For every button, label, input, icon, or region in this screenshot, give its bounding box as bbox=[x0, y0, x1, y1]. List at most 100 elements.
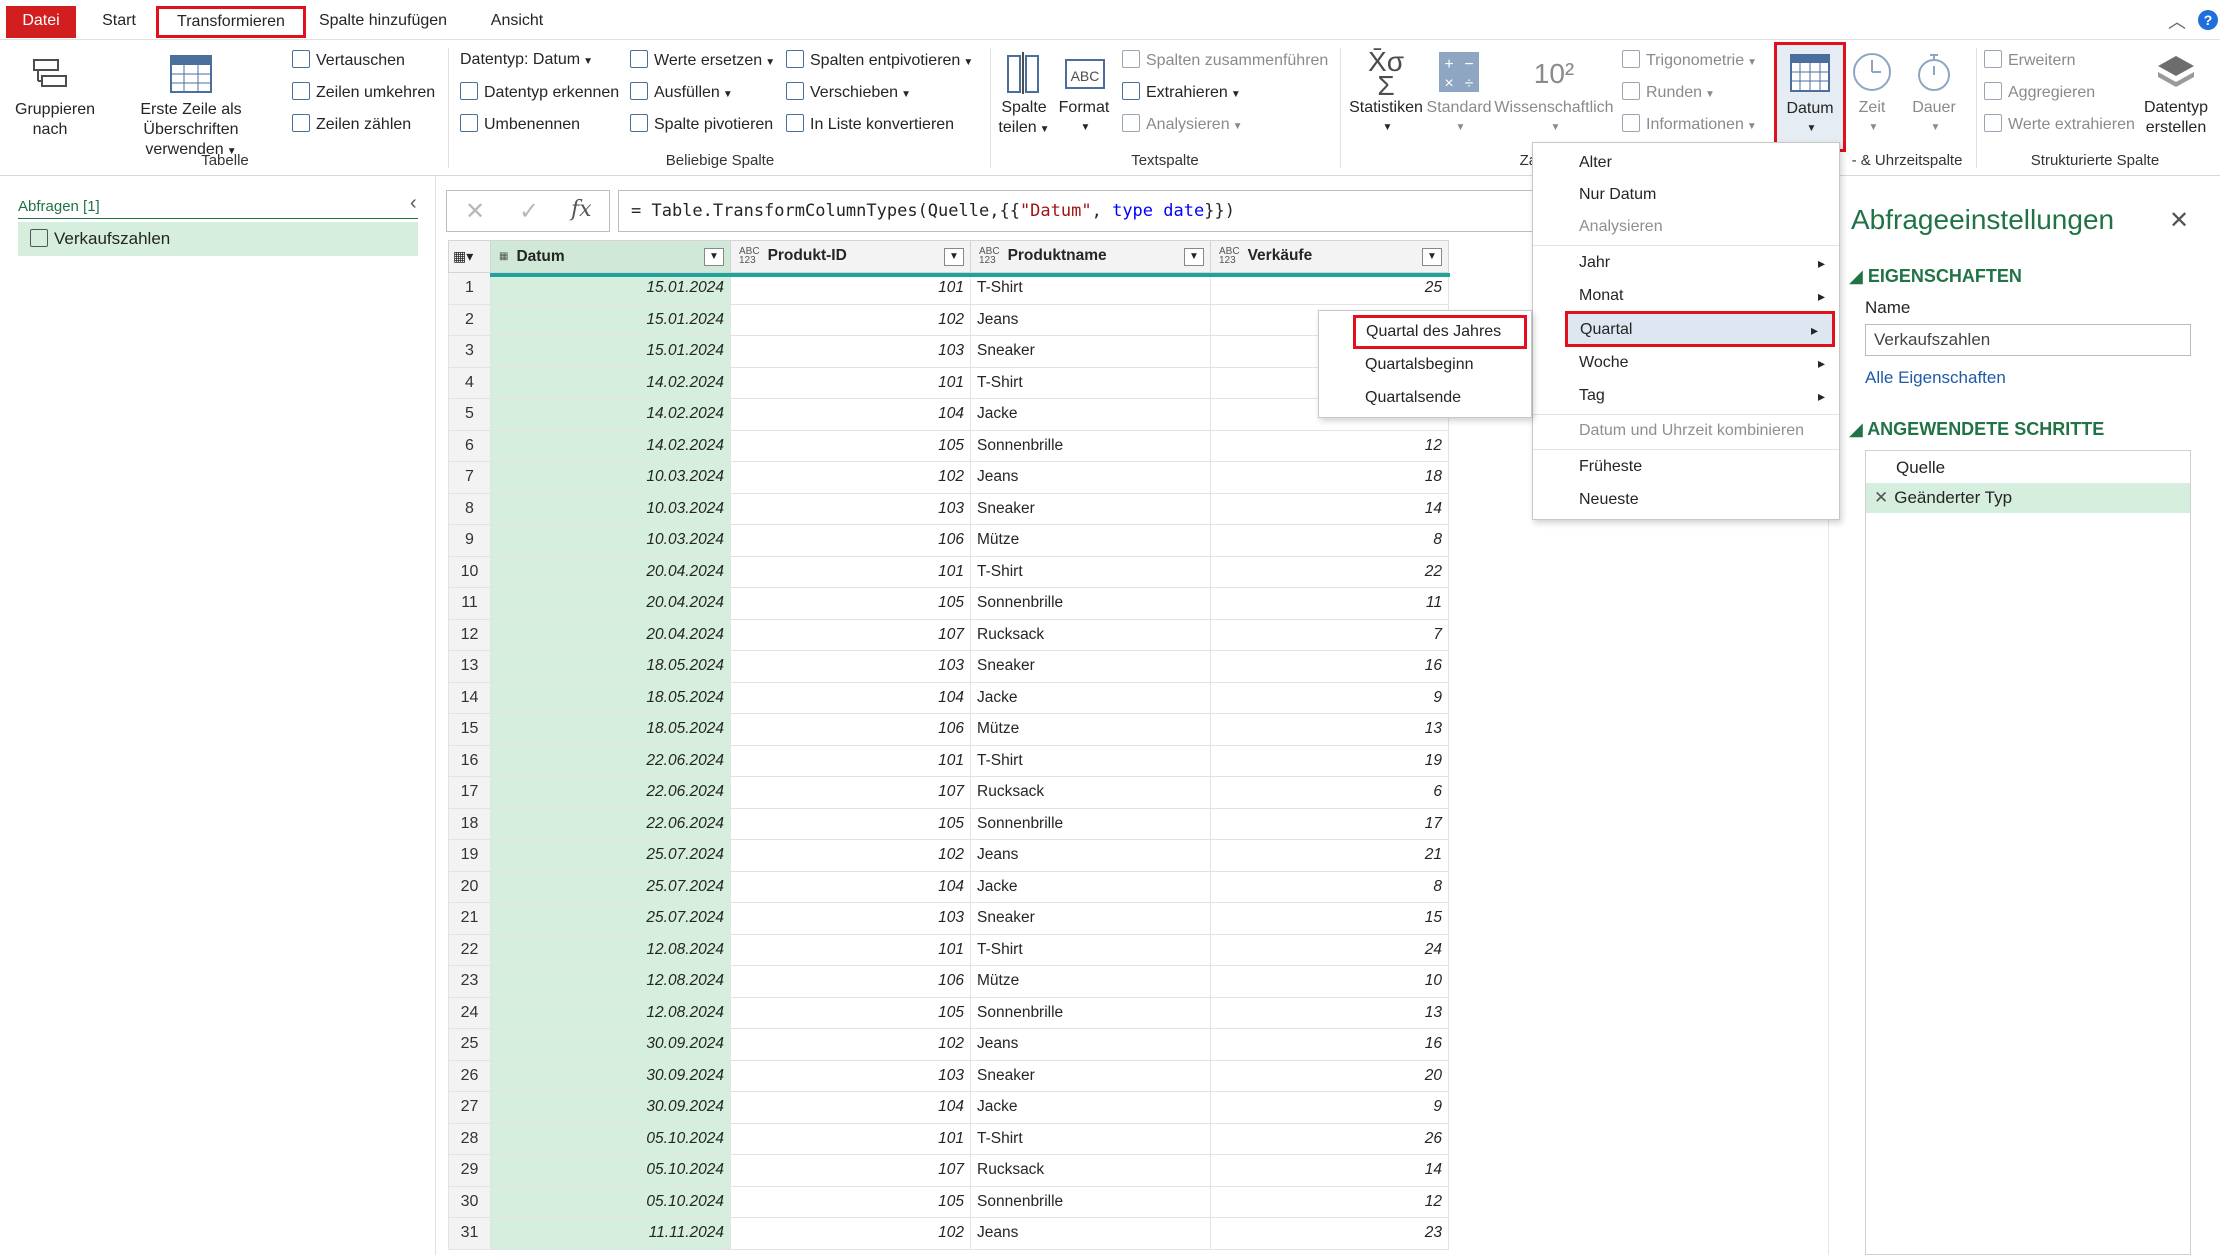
cell-produktname[interactable]: Jeans bbox=[970, 1217, 1211, 1250]
scientific-button[interactable]: 10² Wissenschaftlich ▼ bbox=[1494, 50, 1614, 138]
cell-produktname[interactable]: Jacke bbox=[970, 681, 1211, 714]
cell-produktname[interactable]: Jeans bbox=[970, 1028, 1211, 1061]
row-number[interactable]: 24 bbox=[448, 996, 491, 1029]
cell-verkaeufe[interactable]: 15 bbox=[1210, 902, 1449, 935]
cell-verkaeufe[interactable]: 13 bbox=[1210, 996, 1449, 1029]
cell-produktname[interactable]: T-Shirt bbox=[970, 1122, 1211, 1155]
cell-produkt-id[interactable]: 104 bbox=[730, 398, 971, 431]
cell-verkaeufe[interactable]: 6 bbox=[1210, 776, 1449, 809]
cell-produktname[interactable]: Rucksack bbox=[970, 776, 1211, 809]
cell-datum[interactable]: 10.03.2024 bbox=[490, 461, 731, 494]
cell-verkaeufe[interactable]: 20 bbox=[1210, 1059, 1449, 1092]
row-number[interactable]: 26 bbox=[448, 1059, 491, 1092]
cell-produkt-id[interactable]: 103 bbox=[730, 1059, 971, 1092]
cell-produkt-id[interactable]: 107 bbox=[730, 1154, 971, 1187]
cell-datum[interactable]: 12.08.2024 bbox=[490, 933, 731, 966]
duration-button[interactable]: Dauer ▼ bbox=[1906, 50, 1962, 138]
to-list-button[interactable]: In Liste konvertieren bbox=[786, 114, 954, 135]
cell-produktname[interactable]: T-Shirt bbox=[970, 272, 1211, 305]
count-rows-button[interactable]: Zeilen zählen bbox=[292, 114, 411, 135]
cell-datum[interactable]: 15.01.2024 bbox=[490, 272, 731, 305]
tab-datei[interactable]: Datei bbox=[6, 6, 76, 38]
cell-verkaeufe[interactable]: 17 bbox=[1210, 807, 1449, 840]
cell-datum[interactable]: 18.05.2024 bbox=[490, 713, 731, 746]
row-number[interactable]: 18 bbox=[448, 807, 491, 840]
cell-verkaeufe[interactable]: 23 bbox=[1210, 1217, 1449, 1250]
cell-produkt-id[interactable]: 101 bbox=[730, 555, 971, 588]
cell-verkaeufe[interactable]: 21 bbox=[1210, 839, 1449, 872]
name-input[interactable]: Verkaufszahlen bbox=[1865, 324, 2191, 356]
row-number[interactable]: 7 bbox=[448, 461, 491, 494]
collapse-pane-icon[interactable]: ‹ bbox=[410, 192, 417, 215]
menu-item-neueste[interactable]: Neueste bbox=[1533, 484, 1839, 516]
cell-produkt-id[interactable]: 101 bbox=[730, 272, 971, 305]
cell-produktname[interactable]: Sneaker bbox=[970, 335, 1211, 368]
tab-start[interactable]: Start bbox=[86, 6, 152, 38]
cell-produktname[interactable]: Sonnenbrille bbox=[970, 587, 1211, 620]
row-number[interactable]: 13 bbox=[448, 650, 491, 683]
cell-produkt-id[interactable]: 107 bbox=[730, 776, 971, 809]
row-number[interactable]: 19 bbox=[448, 839, 491, 872]
cell-produktname[interactable]: Jeans bbox=[970, 461, 1211, 494]
cancel-formula-icon[interactable]: ✕ bbox=[465, 197, 485, 226]
cell-produkt-id[interactable]: 106 bbox=[730, 965, 971, 998]
cell-verkaeufe[interactable]: 9 bbox=[1210, 1091, 1449, 1124]
cell-produktname[interactable]: T-Shirt bbox=[970, 933, 1211, 966]
reverse-rows-button[interactable]: Zeilen umkehren bbox=[292, 82, 435, 103]
step-geaenderter-typ[interactable]: ✕ Geänderter Typ bbox=[1866, 483, 2190, 513]
cell-datum[interactable]: 25.07.2024 bbox=[490, 902, 731, 935]
column-header-datum[interactable]: ▦ Datum ▼ bbox=[490, 240, 731, 273]
cell-datum[interactable]: 12.08.2024 bbox=[490, 996, 731, 1029]
cell-verkaeufe[interactable]: 16 bbox=[1210, 1028, 1449, 1061]
cell-datum[interactable]: 05.10.2024 bbox=[490, 1122, 731, 1155]
time-button[interactable]: Zeit ▼ bbox=[1848, 50, 1896, 138]
unpivot-button[interactable]: Spalten entpivotieren ▼ bbox=[786, 50, 973, 73]
column-header-produkt-id[interactable]: ABC 123 Produkt-ID ▼ bbox=[730, 240, 971, 273]
cell-produktname[interactable]: T-Shirt bbox=[970, 555, 1211, 588]
cell-produkt-id[interactable]: 102 bbox=[730, 839, 971, 872]
row-number[interactable]: 28 bbox=[448, 1122, 491, 1155]
cell-datum[interactable]: 20.04.2024 bbox=[490, 618, 731, 651]
menu-item-frueheste[interactable]: Früheste bbox=[1533, 451, 1839, 483]
cell-datum[interactable]: 05.10.2024 bbox=[490, 1185, 731, 1218]
statistics-button[interactable]: X̄σ Σ Statistiken ▼ bbox=[1346, 48, 1426, 138]
cell-datum[interactable]: 22.06.2024 bbox=[490, 744, 731, 777]
cell-datum[interactable]: 14.02.2024 bbox=[490, 429, 731, 462]
menu-item-monat[interactable]: Monat ▸ bbox=[1533, 280, 1839, 312]
row-number[interactable]: 11 bbox=[448, 587, 491, 620]
menu-item-quartal[interactable]: Quartal ▸ bbox=[1565, 311, 1835, 347]
cell-verkaeufe[interactable]: 8 bbox=[1210, 870, 1449, 903]
date-button[interactable]: Datum ▼ bbox=[1774, 42, 1846, 152]
cell-produktname[interactable]: Jacke bbox=[970, 1091, 1211, 1124]
cell-produktname[interactable]: Sonnenbrille bbox=[970, 429, 1211, 462]
formula-input[interactable]: = Table.TransformColumnTypes(Quelle,{{"D… bbox=[618, 190, 1538, 232]
cell-produktname[interactable]: Jeans bbox=[970, 303, 1211, 336]
row-number[interactable]: 1 bbox=[448, 272, 491, 305]
row-number[interactable]: 9 bbox=[448, 524, 491, 557]
group-by-button[interactable]: Gruppieren nach bbox=[6, 54, 95, 140]
cell-datum[interactable]: 30.09.2024 bbox=[490, 1091, 731, 1124]
menu-item-datum-uhrzeit-kombinieren[interactable]: Datum und Uhrzeit kombinieren bbox=[1533, 415, 1839, 447]
row-number[interactable]: 16 bbox=[448, 744, 491, 777]
collapse-ribbon-icon[interactable]: ︿ bbox=[2168, 8, 2186, 34]
row-number[interactable]: 6 bbox=[448, 429, 491, 462]
cell-produkt-id[interactable]: 105 bbox=[730, 429, 971, 462]
transpose-button[interactable]: Vertauschen bbox=[292, 50, 405, 71]
row-number[interactable]: 22 bbox=[448, 933, 491, 966]
replace-values-button[interactable]: Werte ersetzen ▼ bbox=[630, 50, 775, 73]
cell-produktname[interactable]: Rucksack bbox=[970, 618, 1211, 651]
parse-button[interactable]: Analysieren ▼ bbox=[1122, 114, 1243, 137]
row-number[interactable]: 4 bbox=[448, 366, 491, 399]
row-number[interactable]: 23 bbox=[448, 965, 491, 998]
row-number[interactable]: 15 bbox=[448, 713, 491, 746]
menu-item-tag[interactable]: Tag ▸ bbox=[1533, 380, 1839, 412]
menu-item-quartalsbeginn[interactable]: Quartalsbeginn bbox=[1319, 349, 1531, 381]
cell-datum[interactable]: 30.09.2024 bbox=[490, 1028, 731, 1061]
tab-transformieren[interactable]: Transformieren bbox=[156, 6, 306, 38]
cell-produktname[interactable]: Sneaker bbox=[970, 902, 1211, 935]
cell-verkaeufe[interactable]: 25 bbox=[1210, 272, 1449, 305]
cell-datum[interactable]: 18.05.2024 bbox=[490, 681, 731, 714]
cell-produktname[interactable]: Mütze bbox=[970, 524, 1211, 557]
cell-produktname[interactable]: Sneaker bbox=[970, 1059, 1211, 1092]
cell-produktname[interactable]: Mütze bbox=[970, 713, 1211, 746]
